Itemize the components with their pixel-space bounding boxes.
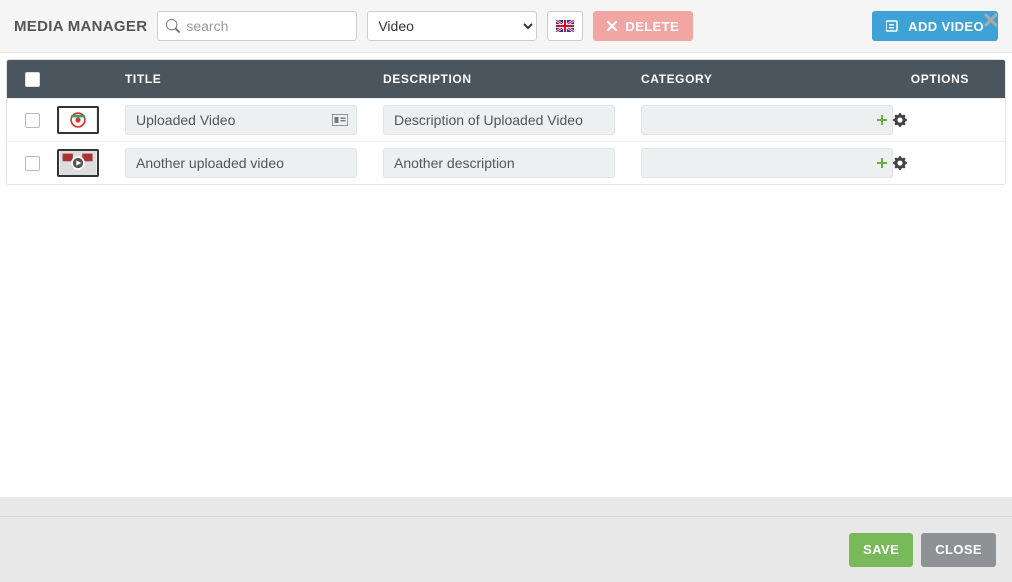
search-input[interactable] (186, 18, 348, 34)
select-all-checkbox[interactable] (25, 72, 40, 87)
title-input[interactable]: Another uploaded video (125, 148, 357, 178)
close-button[interactable]: CLOSE (921, 533, 996, 567)
description-text: Another description (394, 155, 515, 171)
header-description: DESCRIPTION (373, 72, 631, 86)
description-input[interactable]: Description of Uploaded Video (383, 105, 615, 135)
row-desc-cell: Another description (373, 148, 631, 178)
search-icon (166, 19, 180, 33)
add-category-button[interactable] (871, 148, 893, 178)
close-modal-button[interactable]: ✕ (982, 8, 1000, 34)
description-text: Description of Uploaded Video (394, 112, 583, 128)
row-checkbox-cell (7, 156, 57, 171)
title-text: Uploaded Video (136, 112, 235, 128)
table-row: Another uploaded video Another descripti… (7, 141, 1005, 184)
video-thumbnail[interactable] (57, 149, 117, 177)
category-input[interactable] (641, 148, 871, 178)
delete-button[interactable]: DELETE (593, 11, 693, 41)
category-input-group (641, 105, 893, 135)
category-input-group (641, 148, 893, 178)
search-field-wrap[interactable] (157, 11, 357, 41)
card-icon (332, 114, 348, 126)
add-category-button[interactable] (871, 105, 893, 135)
save-button-label: SAVE (863, 542, 899, 557)
media-manager-modal: MEDIA MANAGER Video (0, 0, 1012, 497)
delete-button-label: DELETE (625, 19, 679, 34)
row-checkbox-cell (7, 113, 57, 128)
row-options-button[interactable] (893, 113, 983, 127)
video-thumbnail[interactable] (57, 106, 117, 134)
modal-header: MEDIA MANAGER Video (0, 0, 1012, 53)
plus-icon (876, 157, 888, 169)
row-title-cell: Another uploaded video (117, 148, 373, 178)
gear-icon (893, 156, 983, 170)
header-options: OPTIONS (893, 72, 1005, 86)
row-cat-cell (631, 105, 893, 135)
close-button-label: CLOSE (935, 542, 982, 557)
add-video-button[interactable]: ADD VIDEO (872, 11, 998, 41)
title-text: Another uploaded video (136, 155, 284, 171)
table-row: Uploaded Video Descripti (7, 98, 1005, 141)
header-category: CATEGORY (631, 72, 893, 86)
description-input[interactable]: Another description (383, 148, 615, 178)
row-checkbox[interactable] (25, 156, 40, 171)
video-plus-icon (886, 20, 900, 32)
row-options-button[interactable] (893, 156, 983, 170)
title-input[interactable]: Uploaded Video (125, 105, 357, 135)
row-checkbox[interactable] (25, 113, 40, 128)
row-options-cell (893, 156, 1005, 170)
header-title: TITLE (117, 72, 373, 86)
gear-icon (893, 113, 983, 127)
row-cat-cell (631, 148, 893, 178)
uk-flag-icon (556, 20, 574, 32)
plus-icon (876, 114, 888, 126)
row-thumb-cell (57, 149, 117, 177)
header-checkbox-cell (7, 72, 57, 87)
category-input[interactable] (641, 105, 871, 135)
modal-footer: SAVE CLOSE (0, 516, 1012, 582)
close-icon (607, 21, 617, 31)
row-desc-cell: Description of Uploaded Video (373, 105, 631, 135)
media-table: TITLE DESCRIPTION CATEGORY OPTIONS (6, 59, 1006, 185)
language-flag-button[interactable] (547, 11, 583, 41)
row-options-cell (893, 113, 1005, 127)
row-thumb-cell (57, 106, 117, 134)
modal-content: TITLE DESCRIPTION CATEGORY OPTIONS (0, 53, 1012, 497)
row-title-cell: Uploaded Video (117, 105, 373, 135)
media-type-select[interactable]: Video (367, 11, 537, 41)
save-button[interactable]: SAVE (849, 533, 913, 567)
table-header: TITLE DESCRIPTION CATEGORY OPTIONS (7, 60, 1005, 98)
add-video-button-label: ADD VIDEO (908, 19, 984, 34)
modal-title: MEDIA MANAGER (14, 18, 147, 35)
